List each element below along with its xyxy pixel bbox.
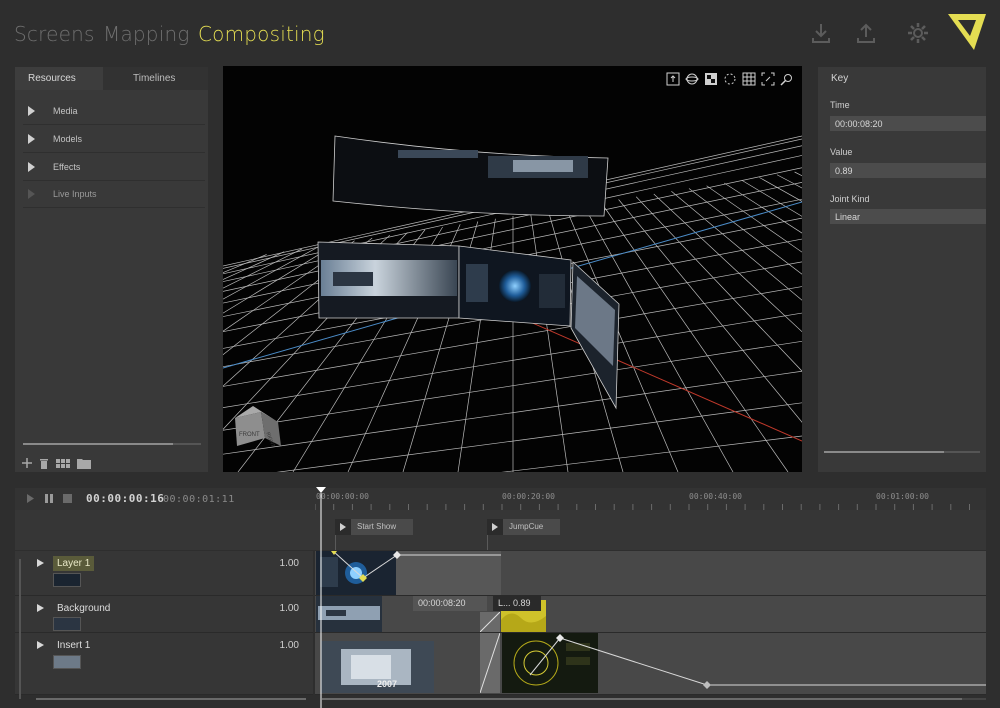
track-thumbnail xyxy=(53,617,81,631)
track-scroll-indicator[interactable] xyxy=(19,559,21,699)
stage-grid: FRONT RIGHT xyxy=(223,135,802,472)
time-label: Time xyxy=(830,100,850,110)
track-opacity-value[interactable]: 1.00 xyxy=(280,603,299,614)
expand-arrow-icon[interactable] xyxy=(28,106,35,116)
grid-icon[interactable] xyxy=(56,458,70,468)
track-name[interactable]: Insert 1 xyxy=(53,638,94,653)
key-time-tooltip: 00:00:08:20 xyxy=(413,596,487,611)
keyframe-curve[interactable] xyxy=(315,633,986,695)
gear-icon[interactable] xyxy=(905,20,931,46)
tab-resources[interactable]: Resources xyxy=(15,67,103,90)
tab-mapping[interactable]: Mapping xyxy=(103,22,190,46)
key-interp-label: L... xyxy=(498,598,511,608)
scrollbar-thumb[interactable] xyxy=(824,451,944,453)
download-icon[interactable] xyxy=(808,20,834,46)
view-cube[interactable]: FRONT RIGHT xyxy=(235,406,281,448)
tab-timelines[interactable]: Timelines xyxy=(103,67,208,90)
upload-icon[interactable] xyxy=(853,20,879,46)
track-thumbnail xyxy=(53,573,81,587)
keyframe-curve[interactable] xyxy=(315,551,615,596)
3d-viewport[interactable]: FRONT RIGHT xyxy=(223,66,802,472)
cue-play-icon xyxy=(487,519,503,535)
transition-ramp[interactable] xyxy=(480,612,500,632)
app-logo xyxy=(948,14,986,50)
scrollbar-thumb[interactable] xyxy=(23,443,173,445)
texture-icon[interactable] xyxy=(704,72,718,86)
track-opacity-value[interactable]: 1.00 xyxy=(280,640,299,651)
ruler-ticks xyxy=(315,504,970,510)
track-lane[interactable]: 2007 xyxy=(315,633,986,695)
tab-screens[interactable]: Screens xyxy=(14,22,95,46)
value-field[interactable]: 0.89 xyxy=(830,163,986,178)
resource-item-label: Effects xyxy=(53,162,81,172)
trash-icon[interactable] xyxy=(39,458,49,469)
resource-item-label: Live Inputs xyxy=(53,189,97,199)
track-insert-1[interactable]: Insert 1 1.00 2007 xyxy=(15,633,986,695)
selection-icon[interactable] xyxy=(723,72,737,86)
track-header: Layer 1 1.00 xyxy=(15,551,313,596)
resources-panel: Resources Timelines Media Models Effects… xyxy=(15,67,208,472)
cue-play-icon xyxy=(335,519,351,535)
resource-item-live-inputs[interactable]: Live Inputs xyxy=(23,181,205,208)
resources-toolbar xyxy=(22,456,91,470)
duration-timecode: 00:00:01:11 xyxy=(163,494,235,505)
track-lane[interactable] xyxy=(315,551,986,596)
view-cube-front-label: FRONT xyxy=(239,432,260,438)
cue-label: JumpCue xyxy=(509,522,544,531)
expand-arrow-icon[interactable] xyxy=(37,641,44,649)
folder-icon[interactable] xyxy=(77,458,91,469)
track-name[interactable]: Background xyxy=(53,601,114,616)
track-header: Background 1.00 xyxy=(15,596,313,633)
key-value-label: 0.89 xyxy=(513,598,531,608)
scrollbar-thumb[interactable] xyxy=(322,698,962,700)
cue-label: Start Show xyxy=(357,522,397,531)
track-thumbnail xyxy=(53,655,81,669)
expand-arrow-icon[interactable] xyxy=(28,134,35,144)
fit-icon[interactable] xyxy=(761,72,775,86)
key-panel-title: Key xyxy=(831,73,849,84)
top-navigation: Screens Mapping Compositing xyxy=(0,0,1000,66)
tab-compositing[interactable]: Compositing xyxy=(198,22,325,46)
grid-icon[interactable] xyxy=(742,72,756,86)
resource-item-models[interactable]: Models xyxy=(23,126,205,153)
track-header: Insert 1 1.00 xyxy=(15,633,313,695)
joint-kind-label: Joint Kind xyxy=(830,194,870,204)
resource-item-label: Models xyxy=(53,134,83,144)
value-label: Value xyxy=(830,147,853,157)
expand-arrow-icon[interactable] xyxy=(37,559,44,567)
resources-scrollbar[interactable] xyxy=(23,443,201,445)
expand-arrow-icon xyxy=(28,189,35,199)
export-view-icon[interactable] xyxy=(666,72,680,86)
cue-start-show[interactable]: Start Show xyxy=(335,519,413,535)
track-header-scrollbar[interactable] xyxy=(36,698,306,700)
timeline-scrollbar[interactable] xyxy=(322,698,986,700)
zoom-icon[interactable] xyxy=(780,72,794,86)
current-timecode: 00:00:00:16 xyxy=(86,492,165,505)
scrollbar-thumb[interactable] xyxy=(36,698,306,700)
key-value-tooltip: L... 0.89 xyxy=(493,596,541,611)
resource-item-label: Media xyxy=(53,106,78,116)
track-name[interactable]: Layer 1 xyxy=(53,556,95,571)
play-icon[interactable] xyxy=(26,494,35,503)
time-field[interactable]: 00:00:08:20 xyxy=(830,116,986,131)
resource-item-media[interactable]: Media xyxy=(23,98,205,125)
pause-icon[interactable] xyxy=(45,494,53,503)
resource-item-effects[interactable]: Effects xyxy=(23,154,205,181)
viewport-toolbar xyxy=(666,72,794,86)
stop-icon[interactable] xyxy=(63,494,72,503)
expand-arrow-icon[interactable] xyxy=(28,162,35,172)
track-opacity-value[interactable]: 1.00 xyxy=(280,558,299,569)
joint-kind-select[interactable]: Linear xyxy=(830,209,986,224)
key-panel-scrollbar[interactable] xyxy=(824,451,980,453)
track-layer-1[interactable]: Layer 1 1.00 xyxy=(15,551,986,596)
cue-jump[interactable]: JumpCue xyxy=(487,519,560,535)
expand-arrow-icon[interactable] xyxy=(37,604,44,612)
add-icon[interactable] xyxy=(22,458,32,468)
orbit-icon[interactable] xyxy=(685,72,699,86)
playhead[interactable] xyxy=(316,487,326,708)
